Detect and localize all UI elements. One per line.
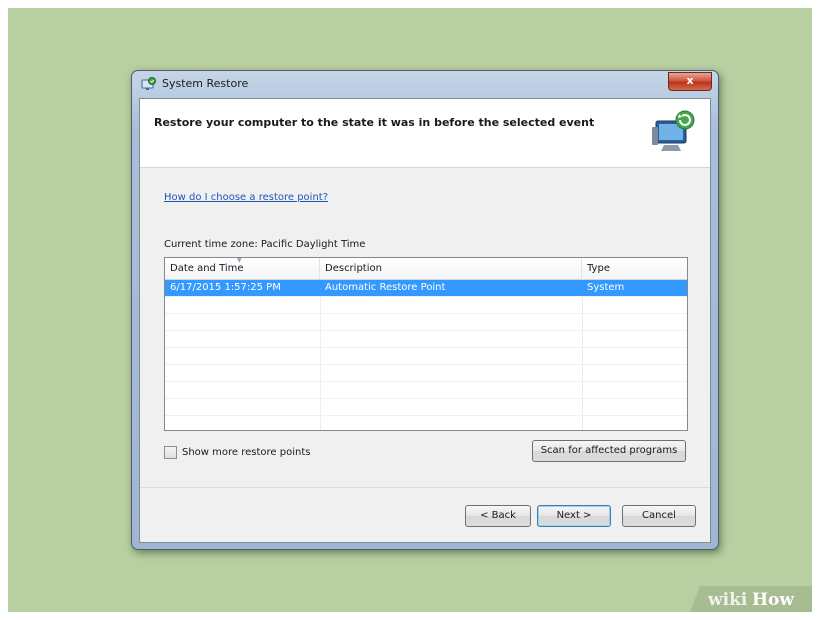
show-more-restore-points-checkbox[interactable]: Show more restore points — [164, 445, 310, 459]
scan-affected-programs-button[interactable]: Scan for affected programs — [532, 440, 686, 462]
row-divider — [165, 313, 687, 314]
column-divider — [320, 279, 321, 430]
monitor-restore-icon — [652, 107, 696, 155]
row-divider — [165, 381, 687, 382]
row-divider — [165, 347, 687, 348]
column-header-description-label: Description — [325, 263, 382, 274]
help-link[interactable]: How do I choose a restore point? — [164, 192, 328, 203]
sort-arrow-icon: ▼ — [237, 257, 242, 264]
column-header-type[interactable]: Type — [582, 258, 687, 279]
svg-text:wiki: wiki — [707, 590, 748, 610]
checkbox-label: Show more restore points — [182, 446, 311, 458]
row-divider — [165, 415, 687, 416]
footer-divider — [140, 487, 710, 488]
system-restore-icon — [141, 77, 156, 92]
cancel-button[interactable]: Cancel — [622, 505, 696, 527]
row-divider — [165, 398, 687, 399]
column-header-description[interactable]: Description — [320, 258, 582, 279]
column-divider — [582, 279, 583, 430]
timezone-label: Current time zone: Pacific Daylight Time — [164, 239, 366, 250]
row-divider — [165, 330, 687, 331]
table-header: Date and Time ▼ Description Type — [165, 258, 687, 280]
back-button[interactable]: < Back — [465, 505, 531, 527]
title-bar[interactable]: System Restore x — [132, 71, 718, 97]
row-divider — [165, 364, 687, 365]
window-title: System Restore — [162, 77, 249, 90]
cell-description: Automatic Restore Point — [325, 282, 446, 293]
dialog-body: Restore your computer to the state it wa… — [139, 98, 711, 543]
column-header-date[interactable]: Date and Time ▼ — [165, 258, 320, 279]
cell-date: 6/17/2015 1:57:25 PM — [170, 282, 281, 293]
close-button[interactable]: x — [668, 72, 712, 91]
restore-points-table[interactable]: Date and Time ▼ Description Type 6/17/20… — [164, 257, 688, 431]
row-divider — [165, 296, 687, 297]
column-header-date-label: Date and Time — [170, 263, 244, 274]
cell-type: System — [587, 282, 625, 293]
wikihow-watermark: wiki How — [690, 586, 812, 612]
table-row[interactable]: 6/17/2015 1:57:25 PM Automatic Restore P… — [165, 280, 687, 296]
checkbox-box[interactable] — [164, 445, 177, 459]
close-icon: x — [686, 74, 694, 87]
column-header-type-label: Type — [587, 263, 610, 274]
next-button[interactable]: Next > — [537, 505, 611, 527]
page-heading: Restore your computer to the state it wa… — [154, 116, 595, 129]
svg-text:How: How — [752, 590, 794, 610]
system-restore-window: System Restore x Restore your computer t… — [131, 70, 719, 550]
header-band: Restore your computer to the state it wa… — [140, 99, 710, 168]
